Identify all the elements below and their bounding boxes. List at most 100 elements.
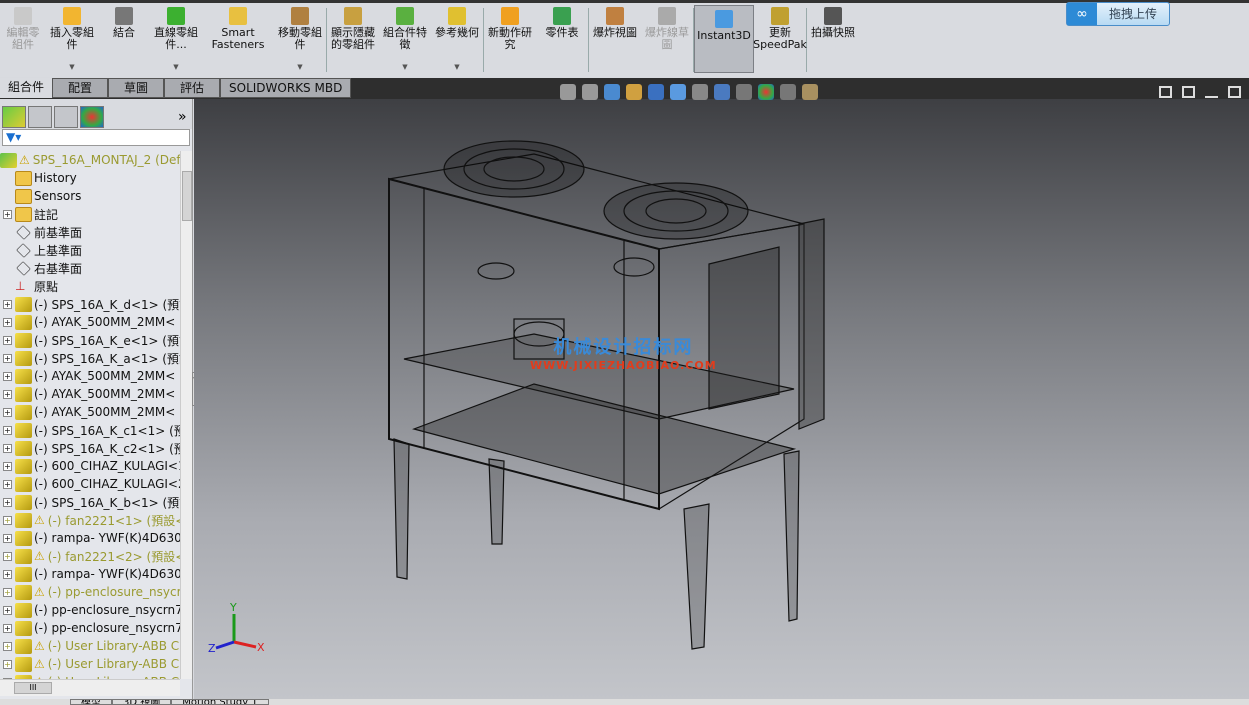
- tree-item[interactable]: + ⚠(-) User Library-ABB Ci: [0, 655, 180, 673]
- tree-item[interactable]: ⚠SPS_16A_MONTAJ_2 (Default<Display State…: [0, 151, 180, 169]
- tree-item[interactable]: + (-) AYAK_500MM_2MM<: [0, 367, 180, 385]
- tree-item[interactable]: History: [0, 169, 180, 187]
- dropdown-arrow-icon[interactable]: ▼: [297, 61, 302, 73]
- expand-toggle-icon[interactable]: +: [3, 335, 12, 345]
- tree-item[interactable]: Sensors: [0, 187, 180, 205]
- ribbon-button-12[interactable]: 爆炸線草圖: [641, 3, 693, 77]
- ribbon-button-3[interactable]: 直線零組件... ▼: [150, 3, 202, 77]
- expand-toggle-icon[interactable]: +: [3, 407, 12, 417]
- tree-item[interactable]: 前基準面: [0, 223, 180, 241]
- view-orientation-icon[interactable]: [648, 84, 664, 100]
- tree-item[interactable]: 上基準面: [0, 241, 180, 259]
- tab-0[interactable]: 組合件: [0, 78, 53, 98]
- tree-item[interactable]: + ⚠ (-) fan2221<2> (預設<: [0, 547, 180, 565]
- tree-item[interactable]: + ⚠(-) User Library-ABB Ci: [0, 637, 180, 655]
- tree-item[interactable]: ⊥ 原點: [0, 277, 180, 295]
- tree-item[interactable]: + ⚠ (-) fan2221<1> (預設<: [0, 511, 180, 529]
- ribbon-button-1[interactable]: 插入零組件 ▼: [46, 3, 98, 77]
- edit-appearance-icon[interactable]: [714, 84, 730, 100]
- hide-show-items-icon[interactable]: [692, 84, 708, 100]
- tree-item[interactable]: + (-) SPS_16A_K_a<1> (預設: [0, 349, 180, 367]
- dropdown-arrow-icon[interactable]: ▼: [402, 61, 407, 73]
- appearance-sphere-icon[interactable]: [758, 84, 774, 100]
- dropdown-arrow-icon[interactable]: ▼: [69, 61, 74, 73]
- dropdown-arrow-icon[interactable]: ▼: [454, 61, 459, 73]
- minimize-icon[interactable]: [1205, 86, 1218, 98]
- ribbon-button-9[interactable]: 新動作研究: [484, 3, 536, 77]
- ribbon-button-8[interactable]: 參考幾何 ▼: [431, 3, 483, 77]
- bottom-tab-0[interactable]: 模型: [70, 699, 112, 705]
- tree-item[interactable]: + (-) SPS_16A_K_c2<1> (預: [0, 439, 180, 457]
- expand-toggle-icon[interactable]: +: [3, 443, 12, 453]
- ribbon-button-7[interactable]: 組合件特徵 ▼: [379, 3, 431, 77]
- tree-item[interactable]: + (-) AYAK_500MM_2MM<: [0, 385, 180, 403]
- previous-view-icon[interactable]: [604, 84, 620, 100]
- ribbon-button-6[interactable]: 顯示隱藏的零組件: [327, 3, 379, 77]
- ribbon-button-2[interactable]: 結合: [98, 3, 150, 77]
- tree-item[interactable]: 右基準面: [0, 259, 180, 277]
- tile-left-icon[interactable]: [1159, 86, 1172, 98]
- tree-item[interactable]: + 註記: [0, 205, 180, 223]
- section-view-icon[interactable]: [626, 84, 642, 100]
- tree-item[interactable]: + (-) pp-enclosure_nsycrn7: [0, 619, 180, 637]
- tree-item[interactable]: + (-) SPS_16A_K_c1<1> (預: [0, 421, 180, 439]
- tree-item[interactable]: + (-) 600_CIHAZ_KULAGI<2: [0, 475, 180, 493]
- ribbon-button-15[interactable]: 拍攝快照: [807, 3, 859, 77]
- expand-toggle-icon[interactable]: +: [3, 515, 12, 525]
- ribbon-button-13[interactable]: Instant3D: [694, 5, 754, 73]
- view-settings-icon[interactable]: [802, 84, 818, 100]
- tile-right-icon[interactable]: [1182, 86, 1195, 98]
- dropdown-arrow-icon[interactable]: ▼: [173, 61, 178, 73]
- expand-panel-chevron-icon[interactable]: »: [178, 109, 187, 125]
- tree-horizontal-scrollbar[interactable]: III: [0, 679, 180, 696]
- expand-toggle-icon[interactable]: +: [3, 389, 12, 399]
- expand-toggle-icon[interactable]: +: [3, 209, 12, 219]
- tree-item[interactable]: + (-) SPS_16A_K_b<1> (預設: [0, 493, 180, 511]
- feature-manager-tab[interactable]: [2, 106, 26, 128]
- property-manager-tab[interactable]: [28, 106, 52, 128]
- expand-toggle-icon[interactable]: +: [3, 659, 12, 669]
- tab-1[interactable]: 配置: [52, 78, 109, 98]
- tree-item[interactable]: + (-) SPS_16A_K_e<1> (預設: [0, 331, 180, 349]
- tree-item[interactable]: + (-) rampa- YWF(K)4D630: [0, 529, 180, 547]
- expand-toggle-icon[interactable]: +: [3, 353, 12, 363]
- tree-item[interactable]: + (-) AYAK_500MM_2MM<: [0, 403, 180, 421]
- expand-toggle-icon[interactable]: +: [3, 605, 12, 615]
- tree-item[interactable]: + (-) rampa- YWF(K)4D630: [0, 565, 180, 583]
- tree-item[interactable]: + (-) pp-enclosure_nsycrn7: [0, 601, 180, 619]
- ribbon-button-10[interactable]: 零件表: [536, 3, 588, 77]
- scene-icon[interactable]: [780, 84, 796, 100]
- expand-toggle-icon[interactable]: +: [3, 479, 12, 489]
- expand-toggle-icon[interactable]: +: [3, 623, 12, 633]
- tree-item[interactable]: + (-) 600_CIHAZ_KULAGI<1: [0, 457, 180, 475]
- tree-item[interactable]: + ⚠ (-) pp-enclosure_nsycrn: [0, 583, 180, 601]
- expand-toggle-icon[interactable]: +: [3, 425, 12, 435]
- expand-toggle-icon[interactable]: +: [3, 569, 12, 579]
- expand-toggle-icon[interactable]: +: [3, 533, 12, 543]
- ribbon-button-14[interactable]: 更新SpeedPak: [753, 3, 807, 77]
- ribbon-button-4[interactable]: Smart Fasteners: [202, 3, 274, 77]
- ribbon-button-0[interactable]: 編輯零組件: [0, 3, 46, 77]
- tree-vertical-scrollbar[interactable]: [180, 151, 192, 679]
- configuration-manager-tab[interactable]: [54, 106, 78, 128]
- bottom-tab-1[interactable]: 3D 視圖: [112, 699, 172, 705]
- apply-scene-icon[interactable]: [736, 84, 752, 100]
- ribbon-button-5[interactable]: 移動零組件 ▼: [274, 3, 326, 77]
- tab-2[interactable]: 草圖: [108, 78, 165, 98]
- display-style-icon[interactable]: [670, 84, 686, 100]
- expand-toggle-icon[interactable]: +: [3, 551, 12, 561]
- graphics-viewport[interactable]: Y X Z 机械设计招标网 WWW.JIXIEZHAOBIAO.COM: [194, 99, 1249, 699]
- expand-toggle-icon[interactable]: +: [3, 641, 12, 651]
- tree-item[interactable]: + (-) SPS_16A_K_d<1> (預設: [0, 295, 180, 313]
- zoom-to-area-icon[interactable]: [582, 84, 598, 100]
- tab-3[interactable]: 評估: [164, 78, 221, 98]
- tree-filter[interactable]: ▼▾: [2, 129, 190, 146]
- display-manager-tab[interactable]: [80, 106, 104, 128]
- expand-toggle-icon[interactable]: +: [3, 587, 12, 597]
- tab-4[interactable]: SOLIDWORKS MBD: [220, 78, 352, 98]
- ribbon-button-11[interactable]: 爆炸視圖: [589, 3, 641, 77]
- upload-button[interactable]: ∞ 拖拽上传: [1066, 2, 1170, 26]
- restore-icon[interactable]: [1228, 86, 1241, 98]
- expand-toggle-icon[interactable]: +: [3, 299, 12, 309]
- tree-item[interactable]: + (-) AYAK_500MM_2MM<: [0, 313, 180, 331]
